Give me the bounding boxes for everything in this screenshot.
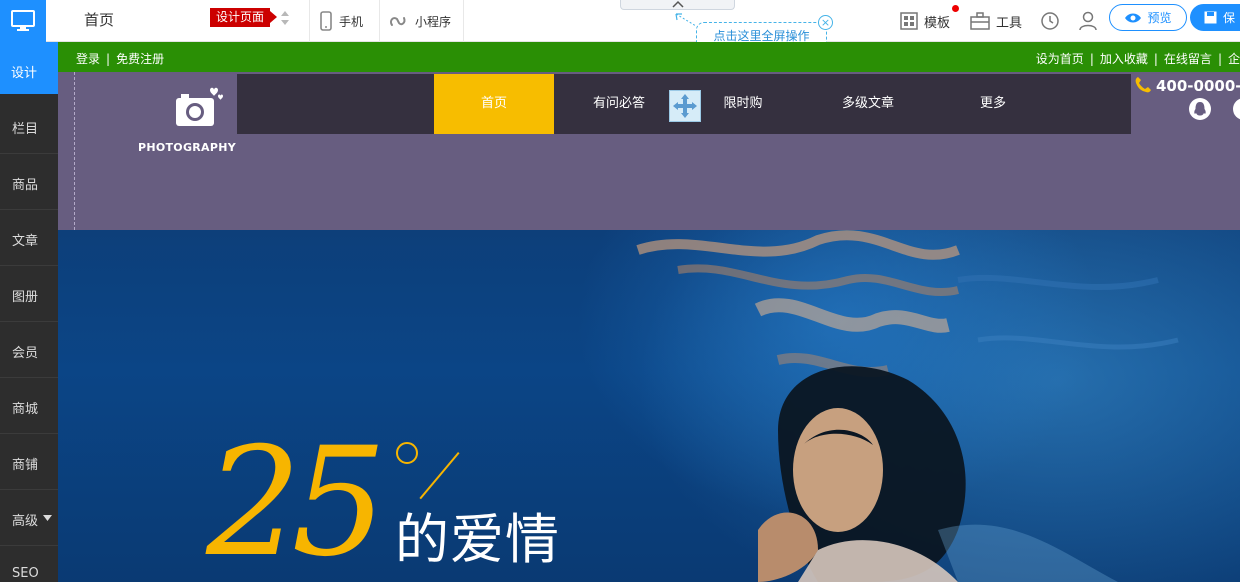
miniapp-view-button[interactable]: 小程序 xyxy=(388,0,451,42)
sidebar-item-articles[interactable]: 文章 xyxy=(0,210,58,266)
register-link[interactable]: 免费注册 xyxy=(116,52,164,66)
sidebar-item-label: 商品 xyxy=(12,178,39,193)
preview-label: 预览 xyxy=(1147,11,1172,25)
sidebar-item-seo[interactable]: SEO xyxy=(0,546,58,582)
toolbox-icon xyxy=(970,12,990,30)
editor-sidebar: 设计 + 栏目 商品 文章 图册 会员 商城 商铺 高级 SEO xyxy=(0,42,84,582)
up-down-arrows-icon[interactable] xyxy=(280,10,290,26)
set-home-link[interactable]: 设为首页 xyxy=(1036,52,1084,66)
nav-item-articles[interactable]: 多级文章 xyxy=(808,74,928,134)
move-arrows-icon xyxy=(673,94,697,118)
sidebar-item-label: 栏目 xyxy=(12,122,39,137)
sidebar-item-label: 高级 xyxy=(12,514,39,529)
site-auth-links: 登录 | 免费注册 xyxy=(76,52,165,66)
site-nav-bar: 首页 有问必答 限时购 多级文章 更多 xyxy=(237,74,1131,134)
mobile-phone-icon xyxy=(320,11,332,31)
site-top-bar: 登录 | 免费注册 设为首页 | 加入收藏 | 在线留言 | 企 xyxy=(58,42,1240,72)
logo-text: PHOTOGRAPHY xyxy=(137,141,237,154)
site-header: PHOTOGRAPHY 首页 有问必答 限时购 多级文章 更多 400-0000… xyxy=(58,72,1240,230)
clock-icon xyxy=(1041,12,1059,30)
banner-number: 25 xyxy=(206,416,387,582)
sidebar-item-column[interactable]: 栏目 xyxy=(0,98,58,154)
drag-move-handle[interactable] xyxy=(669,90,701,122)
desktop-view-button[interactable] xyxy=(0,0,46,42)
tip-pointer-icon xyxy=(675,13,697,27)
sidebar-item-label: 商城 xyxy=(12,402,39,417)
design-page-badge: 设计页面 xyxy=(210,8,278,27)
mobile-label: 手机 xyxy=(339,14,364,29)
toolbar-divider xyxy=(379,0,380,42)
save-button[interactable]: 保 xyxy=(1190,4,1240,31)
notification-dot xyxy=(952,5,959,12)
guide-line xyxy=(74,72,75,230)
site-utility-links: 设为首页 | 加入收藏 | 在线留言 | 企 xyxy=(1035,52,1240,66)
tip-close-icon[interactable]: × xyxy=(818,15,833,30)
nav-item-home[interactable]: 首页 xyxy=(434,74,554,134)
wechat-icon[interactable] xyxy=(1233,98,1240,120)
message-link[interactable]: 在线留言 xyxy=(1164,52,1212,66)
degree-ring-decoration xyxy=(396,442,418,464)
sidebar-item-mall[interactable]: 商城 xyxy=(0,378,58,434)
chevron-up-icon xyxy=(672,0,684,8)
sidebar-item-albums[interactable]: 图册 xyxy=(0,266,58,322)
history-button[interactable] xyxy=(1040,0,1060,42)
site-preview-canvas: 登录 | 免费注册 设为首页 | 加入收藏 | 在线留言 | 企 PHOTOGRAPHY 首页 … xyxy=(58,42,1240,582)
sidebar-item-label: SEO xyxy=(12,566,39,581)
user-icon xyxy=(1079,11,1097,31)
sidebar-item-members[interactable]: 会员 xyxy=(0,322,58,378)
toolbar-divider xyxy=(463,0,464,42)
login-link[interactable]: 登录 xyxy=(76,52,100,66)
collapse-toolbar-tab[interactable] xyxy=(620,0,735,10)
phone-icon xyxy=(1135,77,1151,93)
template-label: 模板 xyxy=(924,15,951,31)
caret-down-icon xyxy=(43,515,52,521)
template-grid-icon xyxy=(900,12,918,30)
sidebar-item-shops[interactable]: 商铺 xyxy=(0,434,58,490)
eye-icon xyxy=(1125,13,1142,22)
sidebar-item-label: 会员 xyxy=(12,346,39,361)
qq-icon[interactable] xyxy=(1189,98,1211,120)
phone-number: 400-0000-0 xyxy=(1156,77,1240,95)
phone-contact: 400-0000-0 xyxy=(1134,76,1240,95)
sidebar-item-label: 商铺 xyxy=(12,458,39,473)
current-page-name: 首页 xyxy=(84,11,115,29)
miniapp-icon xyxy=(389,17,406,26)
miniapp-label: 小程序 xyxy=(415,14,452,29)
nav-item-flash-sale[interactable]: 限时购 xyxy=(683,74,803,134)
editor-toolbar: 首页 设计页面 手机 小程序 点击这里全屏操作 × 模板 工具 预览 保 xyxy=(0,0,1240,50)
bookmark-link[interactable]: 加入收藏 xyxy=(1100,52,1148,66)
enterprise-link[interactable]: 企 xyxy=(1228,52,1240,66)
monitor-icon xyxy=(11,10,35,31)
sidebar-item-advanced[interactable]: 高级 xyxy=(0,490,58,546)
nav-item-qa[interactable]: 有问必答 xyxy=(559,74,679,134)
tools-button[interactable]: 工具 xyxy=(970,0,1022,42)
sidebar-item-label: 图册 xyxy=(12,290,39,305)
template-button[interactable]: 模板 xyxy=(900,0,959,42)
account-button[interactable] xyxy=(1079,0,1097,42)
preview-button[interactable]: 预览 xyxy=(1109,4,1187,31)
floppy-disk-icon xyxy=(1204,11,1217,24)
save-label: 保 xyxy=(1223,11,1236,25)
sidebar-item-label: 文章 xyxy=(12,234,39,249)
hero-banner: 25 的爱情 xyxy=(58,230,1240,582)
sidebar-item-label: 设计 xyxy=(11,66,38,81)
tools-label: 工具 xyxy=(996,15,1023,31)
nav-item-more[interactable]: 更多 xyxy=(933,74,1053,134)
banner-subtitle: 的爱情 xyxy=(395,508,560,571)
camera-logo-icon[interactable] xyxy=(174,84,224,128)
mobile-view-button[interactable]: 手机 xyxy=(320,0,363,42)
sidebar-item-products[interactable]: 商品 xyxy=(0,154,58,210)
page-selector[interactable]: 首页 设计页面 xyxy=(58,0,310,42)
